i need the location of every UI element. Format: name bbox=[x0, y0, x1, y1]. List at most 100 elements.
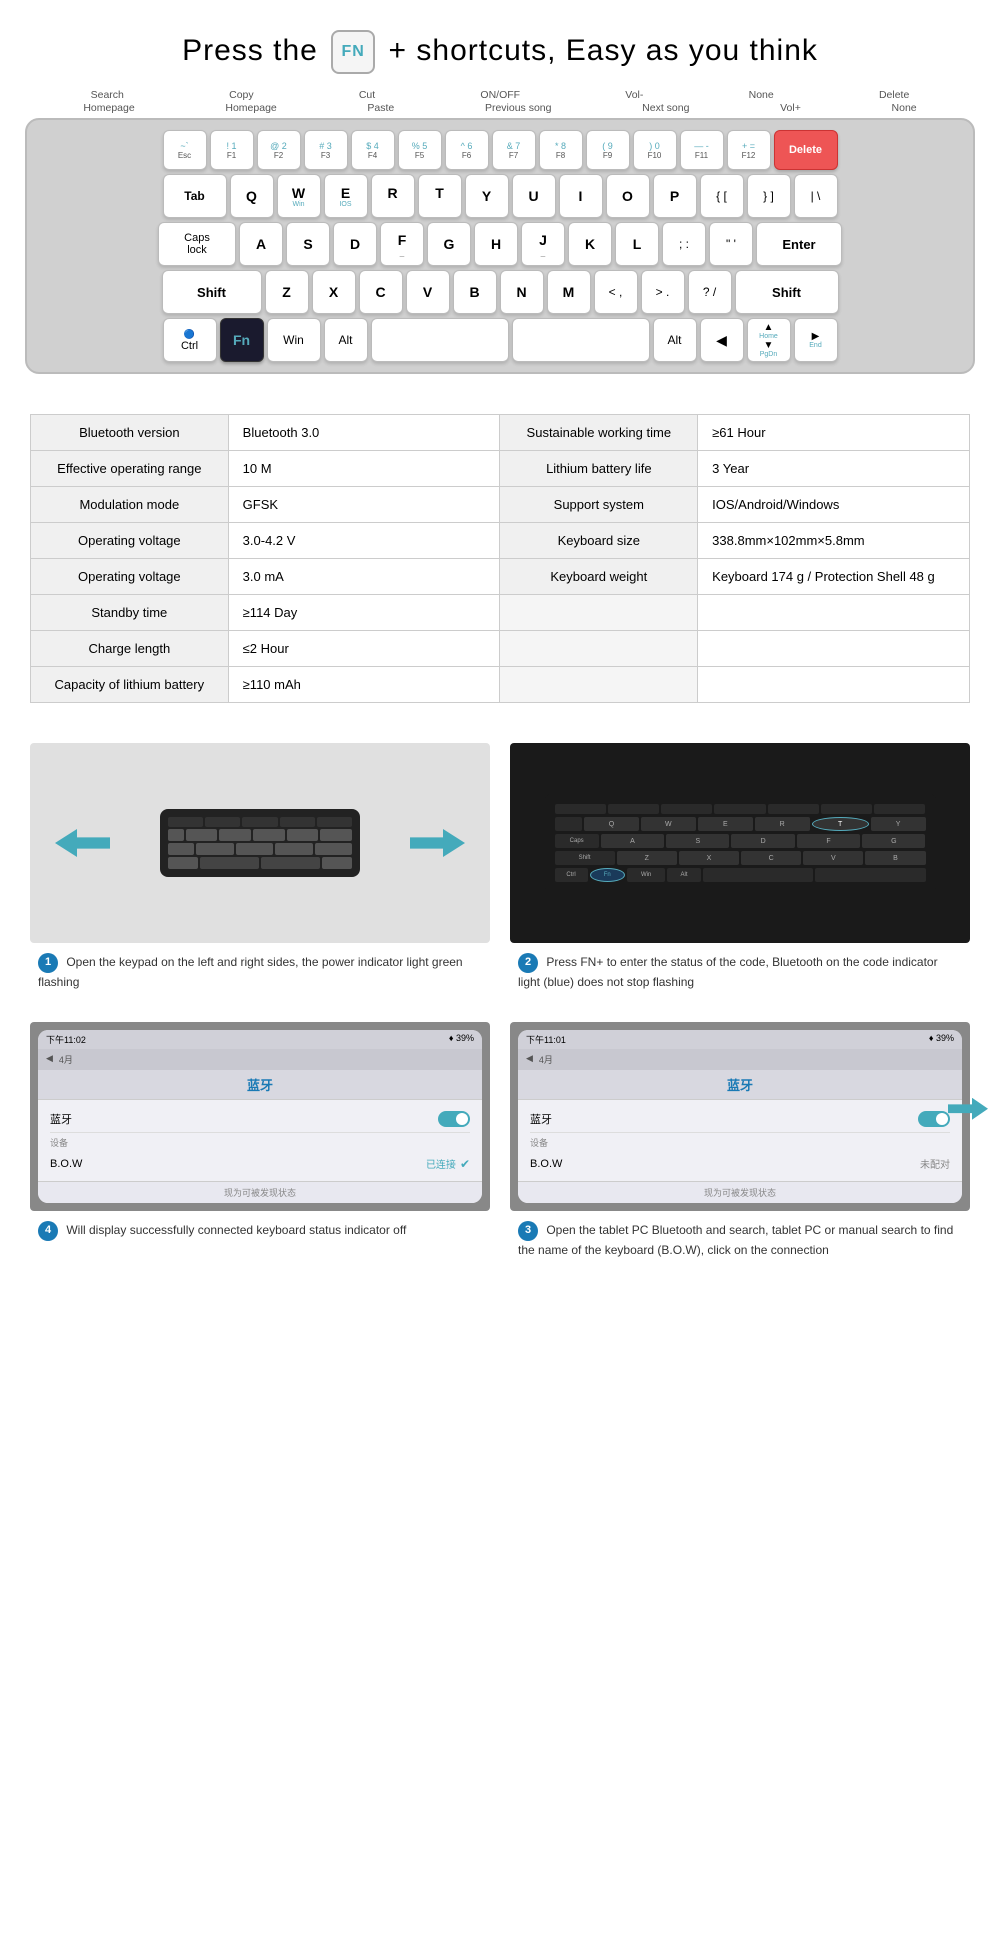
specs-section: Bluetooth version Bluetooth 3.0 Sustaina… bbox=[0, 404, 1000, 733]
key-f11[interactable]: — - F11 bbox=[680, 130, 724, 170]
key-a[interactable]: A bbox=[239, 222, 283, 266]
spec-row: Modulation mode GFSK Support system IOS/… bbox=[31, 487, 970, 523]
key-f6[interactable]: ^ 6 F6 bbox=[445, 130, 489, 170]
keyboard-section: ~` Esc ! 1 F1 @ 2 F2 # 3 F3 $ 4 F4 % 5 F… bbox=[0, 118, 1000, 404]
shortcut-prev-song: Previous song bbox=[485, 102, 552, 114]
key-row-asdf: Capslock A S D F _ G H J _ K L ; : " ' E… bbox=[35, 222, 965, 266]
key-q[interactable]: Q bbox=[230, 174, 274, 218]
key-b[interactable]: B bbox=[453, 270, 497, 314]
key-f1[interactable]: ! 1 F1 bbox=[210, 130, 254, 170]
key-h[interactable]: H bbox=[474, 222, 518, 266]
key-ctrl[interactable]: 🔵 Ctrl bbox=[163, 318, 217, 362]
spec-label: Sustainable working time bbox=[500, 415, 698, 451]
key-row-bottom: 🔵 Ctrl Fn Win Alt Alt ◀ ▲ Home ▼ PgDn ▶ … bbox=[35, 318, 965, 362]
key-f8[interactable]: * 8 F8 bbox=[539, 130, 583, 170]
key-shift-right[interactable]: Shift bbox=[735, 270, 839, 314]
specs-table: Bluetooth version Bluetooth 3.0 Sustaina… bbox=[30, 414, 970, 703]
key-e[interactable]: E IOS bbox=[324, 174, 368, 218]
spec-row: Capacity of lithium battery ≥110 mAh bbox=[31, 667, 970, 703]
key-space2[interactable] bbox=[512, 318, 650, 362]
key-f12[interactable]: + = F12 bbox=[727, 130, 771, 170]
key-enter[interactable]: Enter bbox=[756, 222, 842, 266]
key-g[interactable]: G bbox=[427, 222, 471, 266]
key-fn[interactable]: Fn bbox=[220, 318, 264, 362]
key-v[interactable]: V bbox=[406, 270, 450, 314]
shortcut-cut: Cut bbox=[359, 89, 375, 101]
key-backslash[interactable]: | \ bbox=[794, 174, 838, 218]
spec-value: Bluetooth 3.0 bbox=[228, 415, 500, 451]
key-u[interactable]: U bbox=[512, 174, 556, 218]
step1-badge: 1 bbox=[38, 953, 58, 973]
shortcut-search: Search bbox=[91, 89, 124, 101]
step4-box: 下午11:02 ♦ 39% ◀4月 蓝牙 蓝牙 bbox=[30, 1022, 490, 1270]
key-w[interactable]: W Win bbox=[277, 174, 321, 218]
key-alt-left[interactable]: Alt bbox=[324, 318, 368, 362]
spec-value: 3.0 mA bbox=[228, 559, 500, 595]
key-y[interactable]: Y bbox=[465, 174, 509, 218]
instructions-section: 1 Open the keypad on the left and right … bbox=[0, 733, 1000, 1290]
spec-value: 3.0-4.2 V bbox=[228, 523, 500, 559]
key-updown[interactable]: ▲ Home ▼ PgDn bbox=[747, 318, 791, 362]
spec-value-empty bbox=[698, 595, 970, 631]
key-alt-right[interactable]: Alt bbox=[653, 318, 697, 362]
key-f3[interactable]: # 3 F3 bbox=[304, 130, 348, 170]
key-t[interactable]: T - bbox=[418, 174, 462, 218]
instruction-row-1: 1 Open the keypad on the left and right … bbox=[30, 743, 970, 1002]
spec-value: 3 Year bbox=[698, 451, 970, 487]
key-s[interactable]: S bbox=[286, 222, 330, 266]
key-quote[interactable]: " ' bbox=[709, 222, 753, 266]
spec-value: GFSK bbox=[228, 487, 500, 523]
key-f[interactable]: F _ bbox=[380, 222, 424, 266]
key-f10[interactable]: ) 0 F10 bbox=[633, 130, 677, 170]
key-d[interactable]: D bbox=[333, 222, 377, 266]
key-j[interactable]: J _ bbox=[521, 222, 565, 266]
key-f9[interactable]: ( 9 F9 bbox=[586, 130, 630, 170]
key-left[interactable]: ◀ bbox=[700, 318, 744, 362]
key-lbracket[interactable]: { [ bbox=[700, 174, 744, 218]
spec-value: 10 M bbox=[228, 451, 500, 487]
key-slash[interactable]: ? / bbox=[688, 270, 732, 314]
spec-value-empty bbox=[698, 631, 970, 667]
key-r[interactable]: R - bbox=[371, 174, 415, 218]
key-z[interactable]: Z bbox=[265, 270, 309, 314]
key-esc[interactable]: ~` Esc bbox=[163, 130, 207, 170]
spec-label: Charge length bbox=[31, 631, 229, 667]
key-win[interactable]: Win bbox=[267, 318, 321, 362]
key-l[interactable]: L bbox=[615, 222, 659, 266]
key-c[interactable]: C bbox=[359, 270, 403, 314]
key-row-fn: ~` Esc ! 1 F1 @ 2 F2 # 3 F3 $ 4 F4 % 5 F… bbox=[35, 130, 965, 170]
key-f2[interactable]: @ 2 F2 bbox=[257, 130, 301, 170]
key-comma[interactable]: < , bbox=[594, 270, 638, 314]
key-x[interactable]: X bbox=[312, 270, 356, 314]
key-space1[interactable] bbox=[371, 318, 509, 362]
key-delete[interactable]: Delete bbox=[774, 130, 838, 170]
header-title: Press the FN + shortcuts, Easy as you th… bbox=[182, 34, 818, 67]
spec-row: Effective operating range 10 M Lithium b… bbox=[31, 451, 970, 487]
key-k[interactable]: K bbox=[568, 222, 612, 266]
key-semicolon[interactable]: ; : bbox=[662, 222, 706, 266]
shortcut-top-row: Search Copy Cut ON/OFF Vol- None Delete bbox=[38, 89, 962, 101]
shortcut-onoff: ON/OFF bbox=[480, 89, 520, 101]
spec-row: Operating voltage 3.0-4.2 V Keyboard siz… bbox=[31, 523, 970, 559]
spec-value: ≤2 Hour bbox=[228, 631, 500, 667]
spec-label: Modulation mode bbox=[31, 487, 229, 523]
spec-label: Keyboard size bbox=[500, 523, 698, 559]
key-f4[interactable]: $ 4 F4 bbox=[351, 130, 395, 170]
key-i[interactable]: I bbox=[559, 174, 603, 218]
key-p[interactable]: P bbox=[653, 174, 697, 218]
spec-value: ≥61 Hour bbox=[698, 415, 970, 451]
fn-key-icon: FN bbox=[331, 30, 375, 74]
key-capslock[interactable]: Capslock bbox=[158, 222, 236, 266]
key-o[interactable]: O bbox=[606, 174, 650, 218]
key-m[interactable]: M bbox=[547, 270, 591, 314]
key-period[interactable]: > . bbox=[641, 270, 685, 314]
key-f7[interactable]: & 7 F7 bbox=[492, 130, 536, 170]
shortcut-volminus: Vol- bbox=[625, 89, 643, 101]
spec-label: Standby time bbox=[31, 595, 229, 631]
key-tab[interactable]: Tab bbox=[163, 174, 227, 218]
key-n[interactable]: N bbox=[500, 270, 544, 314]
key-shift-left[interactable]: Shift bbox=[162, 270, 262, 314]
key-f5[interactable]: % 5 F5 bbox=[398, 130, 442, 170]
key-right[interactable]: ▶ End bbox=[794, 318, 838, 362]
key-rbracket[interactable]: } ] bbox=[747, 174, 791, 218]
